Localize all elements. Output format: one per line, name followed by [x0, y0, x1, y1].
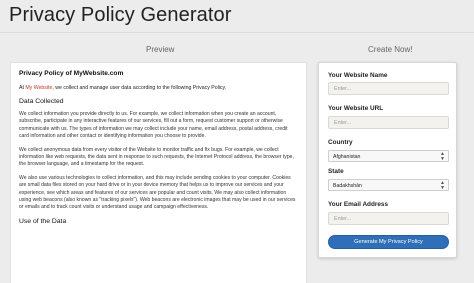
state-select[interactable]: Badakhshān ▲ ▼: [328, 179, 449, 191]
policy-paragraph: We collect information you provide direc…: [19, 111, 288, 140]
section-heading-data-collected: Data Collected: [19, 98, 64, 105]
state-label: State: [328, 168, 344, 175]
state-value: Badakhshān: [333, 183, 362, 189]
app-header: Privacy Policy Generator: [0, 0, 474, 33]
create-form: Your Website Name Enter... Your Website …: [318, 62, 457, 258]
section-heading-use-of-data: Use of the Data: [19, 217, 67, 225]
country-value: Afghanistan: [333, 154, 361, 160]
website-name-label: Your Website Name: [328, 72, 388, 79]
website-url-label: Your Website URL: [328, 105, 384, 112]
website-url-input[interactable]: Enter...: [328, 116, 449, 129]
policy-intro: At My Website, we collect and manage use…: [19, 85, 298, 92]
country-label: Country: [328, 139, 353, 146]
email-label: Your Email Address: [328, 201, 389, 208]
intro-text: , we collect and manage user data accord…: [52, 85, 227, 91]
email-input[interactable]: Enter...: [328, 212, 449, 225]
page-title: Privacy Policy Generator: [9, 4, 232, 26]
policy-paragraph: We collect anonymous data from every vis…: [19, 146, 294, 168]
select-caret-icon: ▲ ▼: [440, 180, 445, 191]
website-name-input[interactable]: Enter...: [328, 82, 449, 95]
select-caret-icon: ▲ ▼: [440, 151, 445, 162]
policy-preview-panel[interactable]: Privacy Policy of MyWebsite.com At My We…: [10, 62, 307, 283]
policy-title: Privacy Policy of MyWebsite.com: [19, 70, 124, 77]
policy-paragraph: We also use various technologies to coll…: [19, 174, 296, 211]
country-select[interactable]: Afghanistan ▲ ▼: [328, 150, 449, 162]
preview-heading: Preview: [146, 45, 175, 54]
website-link[interactable]: My Website: [25, 85, 52, 91]
generate-button[interactable]: Generate My Privacy Policy: [328, 235, 449, 249]
create-heading: Create Now!: [368, 45, 413, 54]
